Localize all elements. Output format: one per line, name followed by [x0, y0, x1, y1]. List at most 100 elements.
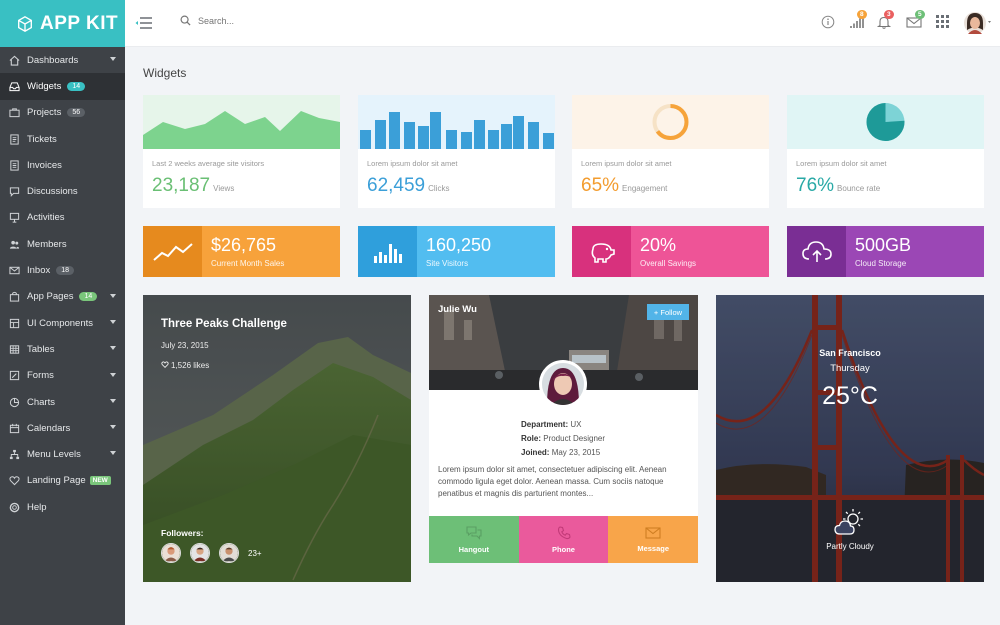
- department-value: UX: [570, 420, 582, 429]
- chart-bar: [528, 122, 539, 149]
- search-input[interactable]: [198, 15, 348, 26]
- brand-logo[interactable]: APP KIT: [0, 0, 125, 47]
- widget-subtitle: Lorem ipsum dolor sit amet: [367, 159, 458, 168]
- widget-card-visitors: Last 2 weeks average site visitors 23,18…: [143, 95, 340, 208]
- post-likes[interactable]: 1,526 likes: [161, 361, 209, 370]
- weather-condition: Partly Cloudy: [826, 542, 874, 551]
- info-icon[interactable]: [821, 15, 835, 32]
- presentation-icon: [8, 212, 21, 224]
- weather-city: San Francisco: [819, 348, 881, 358]
- widget-unit: Clicks: [428, 184, 450, 193]
- sidebar-item-label: Projects: [27, 107, 62, 119]
- widget-subtitle: Lorem ipsum dolor sit amet: [796, 159, 887, 168]
- sidebar-item-discussions[interactable]: Discussions: [0, 178, 125, 204]
- sidebar-item-help[interactable]: Help: [0, 494, 125, 520]
- chevron-down-icon: [110, 293, 116, 298]
- sidebar-item-members[interactable]: Members: [0, 231, 125, 257]
- stat-label: Overall Savings: [640, 259, 697, 268]
- sidebar-item-app-pages[interactable]: App Pages 14: [0, 284, 125, 310]
- hangout-button[interactable]: Hangout: [429, 516, 519, 563]
- department-label: Department:: [521, 420, 569, 429]
- heart-icon: [8, 475, 21, 487]
- count-badge: 14: [79, 292, 98, 302]
- count-badge: 14: [67, 81, 86, 91]
- sidebar-item-charts[interactable]: Charts: [0, 389, 125, 415]
- envelope-icon: [645, 526, 661, 539]
- sidebar-item-tickets[interactable]: Tickets: [0, 126, 125, 152]
- sidebar-item-landing-page[interactable]: Landing Page NEW: [0, 468, 125, 494]
- message-button[interactable]: Message: [608, 516, 699, 563]
- widget-value: 62,459 Clicks: [367, 175, 449, 197]
- line-chart-icon: [143, 226, 202, 277]
- search-icon[interactable]: [180, 15, 191, 26]
- sidebar-item-label: Inbox: [27, 265, 51, 277]
- chart-bar: [488, 130, 499, 149]
- follower-avatar[interactable]: [219, 543, 239, 563]
- widget-value-number: 23,187: [152, 175, 211, 196]
- profile-info: Department: UX Role: Product Designer Jo…: [521, 418, 605, 460]
- components-icon: [8, 317, 21, 329]
- apps-grid-icon[interactable]: [936, 15, 949, 31]
- signal-icon[interactable]: 8: [850, 10, 867, 32]
- phone-icon: [557, 525, 571, 539]
- stat-card-visitors: 160,250 Site Visitors: [358, 226, 555, 277]
- stat-card-storage: 500GB Cloud Storage: [787, 226, 984, 277]
- form-icon: [8, 370, 21, 382]
- widget-card-bounce: Lorem ipsum dolor sit amet 76% Bounce rat…: [787, 95, 984, 208]
- widget-card-engagement: Lorem ipsum dolor sit amet 65% Engagement: [572, 95, 769, 208]
- menu-toggle-icon[interactable]: [135, 16, 153, 33]
- widget-value-number: 76%: [796, 175, 835, 196]
- sidebar-item-forms[interactable]: Forms: [0, 363, 125, 389]
- sidebar-item-widgets[interactable]: Widgets 14: [0, 73, 125, 100]
- sidebar-item-dashboards[interactable]: Dashboards: [0, 47, 125, 73]
- chart-bar: [375, 120, 386, 149]
- stat-value: 160,250: [426, 235, 492, 255]
- follower-avatar[interactable]: [161, 543, 181, 563]
- widget-value-number: 65%: [581, 175, 620, 196]
- sidebar-item-projects[interactable]: Projects 56: [0, 100, 125, 126]
- sidebar-item-ui-components[interactable]: UI Components: [0, 310, 125, 336]
- inbox-tray-icon: [8, 80, 21, 92]
- post-card[interactable]: Three Peaks Challenge July 23, 2015 1,52…: [143, 295, 411, 582]
- sidebar-item-label: Members: [27, 238, 67, 250]
- sidebar-item-calendars[interactable]: Calendars: [0, 415, 125, 441]
- widget-subtitle: Last 2 weeks average site visitors: [152, 159, 265, 168]
- bar-chart: [358, 95, 555, 149]
- widget-unit: Bounce rate: [837, 184, 881, 193]
- weather-temperature: 25°C: [822, 382, 878, 410]
- phone-button[interactable]: Phone: [518, 516, 609, 563]
- sidebar-item-label: Tickets: [27, 133, 57, 145]
- home-icon: [8, 54, 21, 66]
- stat-label: Current Month Sales: [211, 259, 285, 268]
- sidebar-item-inbox[interactable]: Inbox 18: [0, 257, 125, 283]
- stat-label: Cloud Storage: [855, 259, 907, 268]
- profile-avatar[interactable]: [539, 360, 587, 408]
- sidebar-item-tables[interactable]: Tables: [0, 336, 125, 362]
- weather-card: San Francisco Thursday 25°C Partly Cloud…: [716, 295, 984, 582]
- more-followers[interactable]: 23+: [248, 549, 262, 558]
- bell-icon[interactable]: 3: [876, 10, 894, 32]
- search-box: [180, 15, 348, 26]
- envelope-icon[interactable]: 5: [906, 10, 925, 32]
- stat-card-sales: $26,765 Current Month Sales: [143, 226, 340, 277]
- sidebar-item-menu-levels[interactable]: Menu Levels: [0, 441, 125, 467]
- chevron-down-icon: [110, 425, 116, 430]
- briefcase-icon: [8, 107, 21, 119]
- users-icon: [8, 238, 21, 250]
- heart-icon: [161, 361, 169, 368]
- chart-bar: [389, 112, 400, 149]
- widget-unit: Views: [213, 184, 235, 193]
- sidebar-item-activities[interactable]: Activities: [0, 205, 125, 231]
- weather-day: Thursday: [830, 363, 870, 374]
- follow-button[interactable]: + Follow: [647, 304, 689, 320]
- followers-list: 23+: [161, 543, 262, 563]
- follower-avatar[interactable]: [190, 543, 210, 563]
- widget-value: 65% Engagement: [581, 175, 667, 197]
- user-avatar[interactable]: [964, 11, 994, 38]
- widget-value: 76% Bounce rate: [796, 175, 880, 197]
- widget-subtitle: Lorem ipsum dolor sit amet: [581, 159, 672, 168]
- post-title: Three Peaks Challenge: [161, 318, 287, 330]
- sidebar-item-label: Charts: [27, 396, 55, 408]
- sidebar-item-invoices[interactable]: Invoices: [0, 152, 125, 178]
- stat-value: $26,765: [211, 235, 277, 255]
